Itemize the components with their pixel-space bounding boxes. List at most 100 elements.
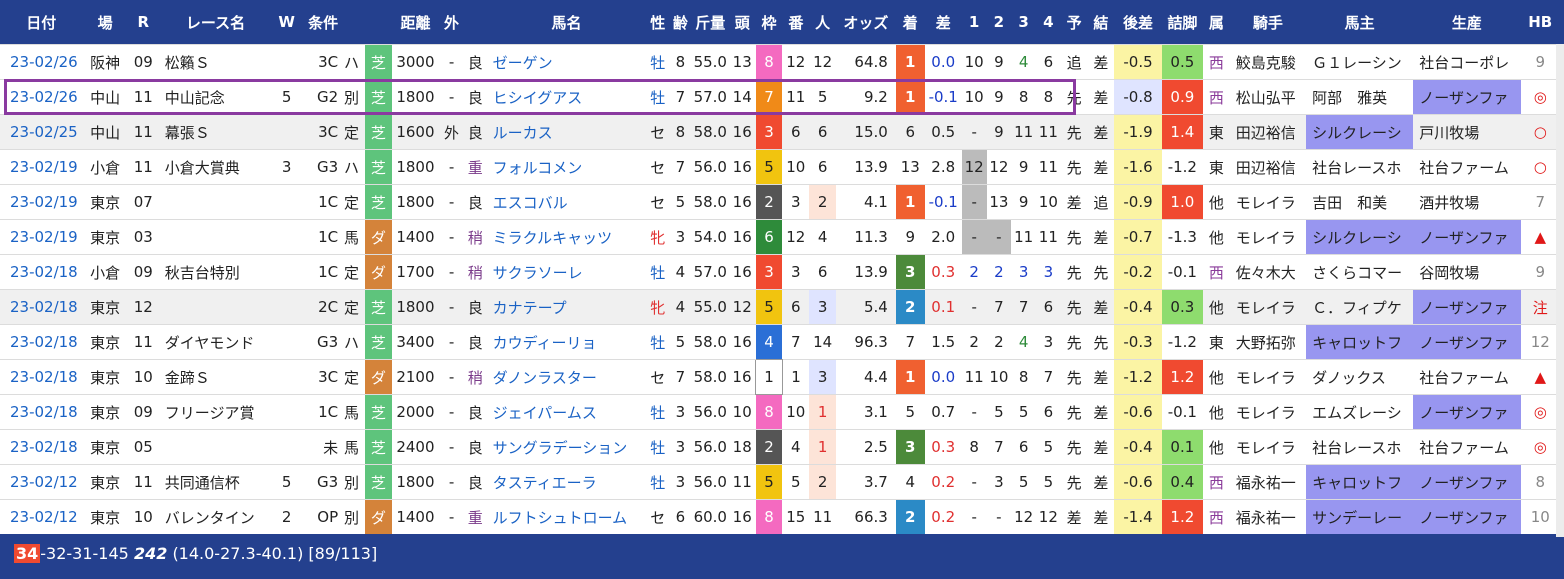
header-age[interactable]: 齢 (669, 0, 692, 45)
field-size: 16 (728, 324, 756, 360)
header-zoku[interactable]: 属 (1202, 0, 1230, 45)
table-row[interactable]: 23-02/26 阪神 09 松籟Ｓ 3C ハ芝 3000- 良ゼーゲン牡 8 55.0 13 8 12… (0, 44, 1560, 80)
race-date-link[interactable]: 23-02/26 (0, 44, 83, 80)
race-date-link[interactable]: 23-02/18 (0, 359, 83, 395)
race-date-link[interactable]: 23-02/12 (0, 499, 83, 534)
margin: 0.3 (924, 429, 962, 465)
horse-name-link[interactable]: エスコバル (486, 184, 647, 220)
header-ketsu[interactable]: 結 (1087, 0, 1115, 45)
race-date-link[interactable]: 23-02/18 (0, 289, 83, 325)
outer-course: 外 (439, 114, 464, 150)
header-odds[interactable]: オッズ (836, 0, 896, 45)
grade: 3C (301, 114, 339, 150)
race-date-link[interactable]: 23-02/26 (0, 79, 83, 115)
race-date-link[interactable]: 23-02/18 (0, 324, 83, 360)
horse-name-link[interactable]: カナテープ (486, 289, 647, 325)
horse-name-link[interactable]: ダノンラスター (486, 359, 647, 395)
header-fin[interactable]: 着 (895, 0, 925, 45)
race-date-link[interactable]: 23-02/19 (0, 184, 83, 220)
header-tsume[interactable]: 詰脚 (1161, 0, 1203, 45)
horse-name-link[interactable]: ルフトシュトローム (486, 499, 647, 534)
header-c1[interactable]: 1 (961, 0, 987, 45)
table-row[interactable]: 23-02/19 東京 03 1C 馬ダ 1400- 稍ミラクルキャッツ牝 3 54.0 16 6 1… (0, 219, 1560, 255)
sex: セ (646, 184, 670, 220)
race-name: 金蹄Ｓ (158, 359, 273, 395)
table-row[interactable]: 23-02/12 東京 11 共同通信杯 5 G3 別芝 1800- 良タスティエーラ牡 3 56.… (0, 464, 1560, 500)
horse-name-link[interactable]: カウディーリョ (486, 324, 647, 360)
header-yo[interactable]: 予 (1060, 0, 1088, 45)
corner-1: 8 (961, 429, 987, 465)
header-jockey[interactable]: 騎手 (1229, 0, 1307, 45)
header-heads[interactable]: 頭 (728, 0, 756, 45)
table-row[interactable]: 23-02/18 東京 12 2C 定芝 1800- 良カナテープ牝 4 55.0 12 5 6 3 5.… (0, 289, 1560, 325)
header-horse[interactable]: 馬名 (486, 0, 647, 45)
header-out[interactable]: 外 (439, 0, 464, 45)
field-size: 16 (728, 149, 756, 185)
table-row[interactable]: 23-02/19 小倉 11 小倉大賞典 3 G3 ハ芝 1800- 重フォルコメンセ 7 56.0… (0, 149, 1560, 185)
table-row[interactable]: 23-02/26 中山 11 中山記念 5 G2 別芝 1800- 良ヒシイグアス牡 7 57.0 1… (0, 79, 1560, 115)
race-date-link[interactable]: 23-02/18 (0, 394, 83, 430)
corner-4: 5 (1035, 429, 1061, 465)
header-r[interactable]: R (127, 0, 159, 45)
table-row[interactable]: 23-02/18 小倉 09 秋吉台特別 1C 定ダ 1700- 稍サクラソーレ牡 4 57.0 1… (0, 254, 1560, 290)
horse-name-link[interactable]: ヒシイグアス (486, 79, 647, 115)
header-diff[interactable]: 差 (924, 0, 962, 45)
horse-name-link[interactable]: サクラソーレ (486, 254, 647, 290)
header-dist[interactable]: 距離 (391, 0, 440, 45)
late-diff: -1.9 (1114, 114, 1162, 150)
breeder: 戸川牧場 (1413, 114, 1521, 150)
header-pop[interactable]: 人 (809, 0, 837, 45)
header-c2[interactable]: 2 (986, 0, 1012, 45)
header-cond[interactable] (463, 0, 487, 45)
header-waku[interactable]: 枠 (755, 0, 783, 45)
table-row[interactable]: 23-02/18 東京 10 金蹄Ｓ 3C 定ダ 2100- 稍ダノンラスターセ 7 58.0 16… (0, 359, 1560, 395)
table-row[interactable]: 23-02/19 東京 07 1C 定芝 1800- 良エスコバルセ 5 58.0 16 2 3 2 4.… (0, 184, 1560, 220)
table-row[interactable]: 23-02/18 東京 09 フリージア賞 1C 馬芝 2000- 良ジェイパームス牡 3 56.… (0, 394, 1560, 430)
horse-name-link[interactable]: フォルコメン (486, 149, 647, 185)
horse-name-link[interactable]: ミラクルキャッツ (486, 219, 647, 255)
race-date-link[interactable]: 23-02/18 (0, 254, 83, 290)
race-date-link[interactable]: 23-02/12 (0, 464, 83, 500)
horse-name-link[interactable]: タスティエーラ (486, 464, 647, 500)
header-weight[interactable]: 斤量 (691, 0, 729, 45)
vertical-scrollbar[interactable] (1556, 44, 1564, 537)
late-diff: -0.6 (1114, 464, 1162, 500)
race-date-link[interactable]: 23-02/19 (0, 219, 83, 255)
header-surface[interactable] (364, 0, 392, 45)
track-condition: 良 (463, 429, 487, 465)
horse-name-link[interactable]: サングラデーション (486, 429, 647, 465)
header-atosa[interactable]: 後差 (1114, 0, 1162, 45)
table-row[interactable]: 23-02/25 中山 11 幕張Ｓ 3C 定芝 1600 外良ルーカスセ 8 58.0 16 3 6 6… (0, 114, 1560, 150)
field-size: 16 (728, 114, 756, 150)
header-sex[interactable]: 性 (646, 0, 670, 45)
header-c4[interactable]: 4 (1035, 0, 1061, 45)
horse-name-link[interactable]: ルーカス (486, 114, 647, 150)
table-row[interactable]: 23-02/18 東京 11 ダイヤモンド G3 ハ芝 3400- 良カウディーリョ牡 5 58.… (0, 324, 1560, 360)
race-number: 03 (127, 219, 159, 255)
header-owner[interactable]: 馬主 (1306, 0, 1414, 45)
horse-name-link[interactable]: ジェイパームス (486, 394, 647, 430)
age: 4 (669, 254, 692, 290)
header-place[interactable]: 場 (82, 0, 128, 45)
race-number: 10 (127, 359, 159, 395)
footer-total: 242 (133, 544, 168, 563)
header-c3[interactable]: 3 (1011, 0, 1036, 45)
header-date[interactable]: 日付 (0, 0, 83, 45)
header-breeder[interactable]: 生産 (1413, 0, 1521, 45)
header-race[interactable]: レース名 (158, 0, 273, 45)
table-row[interactable]: 23-02/18 東京 05 未馬芝 2400- 良サングラデーション牡 3 56.0 18 2 4… (0, 429, 1560, 465)
field-size: 12 (728, 289, 756, 325)
table-row[interactable]: 23-02/12 東京 10 バレンタイン 2 OP 別ダ 1400- 重ルフトシュトロームセ 6… (0, 499, 1560, 534)
header-w[interactable]: W (272, 0, 302, 45)
header-grade[interactable]: 条件 (301, 0, 339, 45)
header-hb[interactable]: HB (1520, 0, 1560, 45)
horse-name-link[interactable]: ゼーゲン (486, 44, 647, 80)
header-class[interactable] (338, 0, 365, 45)
gate-frame: 5 (755, 149, 783, 185)
header-ban[interactable]: 番 (782, 0, 810, 45)
race-date-link[interactable]: 23-02/25 (0, 114, 83, 150)
breeder: ノーザンファ (1413, 464, 1521, 500)
race-date-link[interactable]: 23-02/18 (0, 429, 83, 465)
sex: セ (646, 149, 670, 185)
race-date-link[interactable]: 23-02/19 (0, 149, 83, 185)
